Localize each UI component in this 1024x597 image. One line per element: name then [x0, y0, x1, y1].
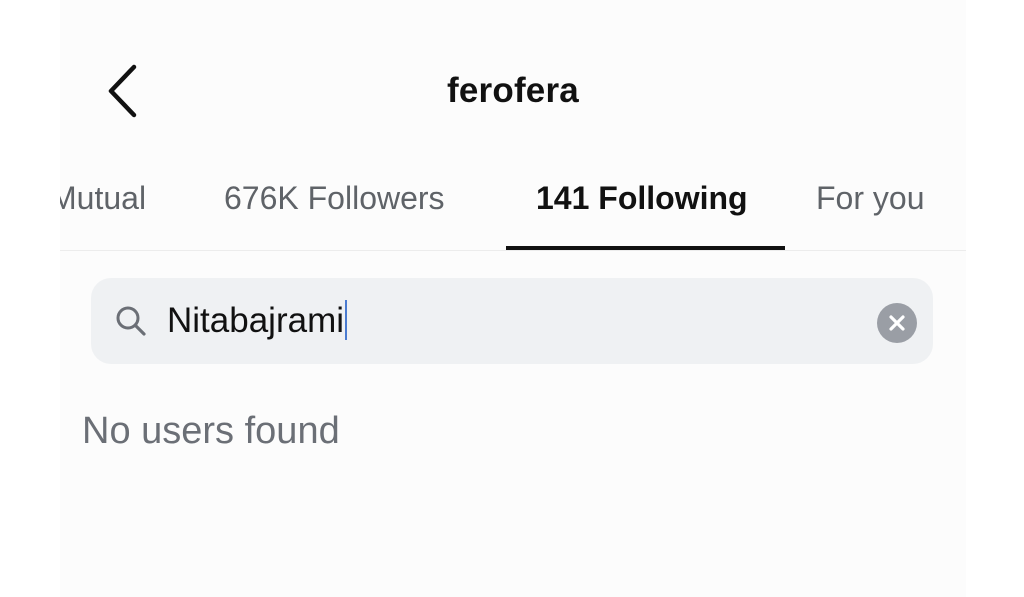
- search-icon: [116, 306, 146, 336]
- search-text: Nitabajrami: [167, 301, 344, 340]
- tab-followers[interactable]: 676K Followers: [224, 180, 445, 217]
- page-title: ferofera: [447, 71, 579, 110]
- text-cursor: [345, 300, 347, 340]
- tab-bar: Mutual 676K Followers 141 Following For …: [60, 160, 966, 251]
- tab-mutual[interactable]: Mutual: [60, 180, 146, 217]
- empty-results-message: No users found: [82, 410, 340, 452]
- search-input[interactable]: Nitabajrami: [91, 278, 933, 364]
- search-field-value[interactable]: Nitabajrami: [167, 300, 347, 341]
- tab-following[interactable]: 141 Following: [536, 180, 748, 217]
- header: ferofera: [60, 45, 966, 140]
- active-tab-indicator: [506, 246, 785, 250]
- tab-for-you[interactable]: For you: [816, 180, 924, 217]
- following-screen: ferofera Mutual 676K Followers 141 Follo…: [60, 0, 966, 597]
- clear-icon: [889, 315, 905, 331]
- clear-search-button[interactable]: [877, 303, 917, 343]
